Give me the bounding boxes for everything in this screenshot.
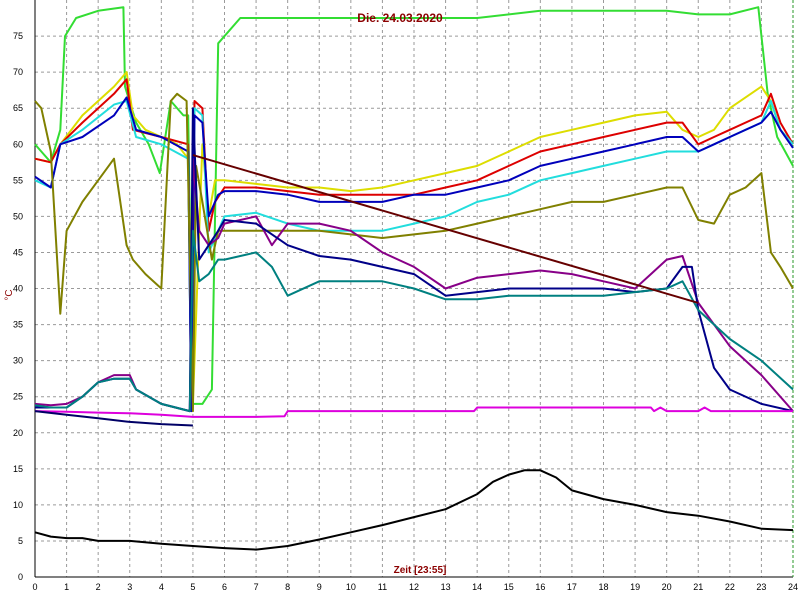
x-tick-label: 21 bbox=[693, 582, 703, 592]
x-tick-label: 23 bbox=[756, 582, 766, 592]
y-tick-label: 60 bbox=[13, 139, 23, 149]
y-tick-label: 50 bbox=[13, 211, 23, 221]
x-tick-label: 13 bbox=[441, 582, 451, 592]
x-tick-label: 10 bbox=[346, 582, 356, 592]
x-tick-labels: 0 1 2 3 4 5 6 7 8 9 10 11 12 13 14 15 16 17 18 19 20 21 22 23 24 bbox=[32, 582, 798, 592]
y-axis-label: °C bbox=[4, 289, 15, 300]
y-tick-label: 10 bbox=[13, 500, 23, 510]
y-tick-label: 45 bbox=[13, 247, 23, 257]
x-tick-label: 4 bbox=[159, 582, 164, 592]
x-tick-label: 6 bbox=[222, 582, 227, 592]
y-tick-label: 70 bbox=[13, 67, 23, 77]
y-tick-label: 5 bbox=[18, 536, 23, 546]
x-tick-label: 5 bbox=[190, 582, 195, 592]
x-tick-label: 12 bbox=[409, 582, 419, 592]
y-tick-label: 25 bbox=[13, 392, 23, 402]
x-tick-label: 3 bbox=[127, 582, 132, 592]
x-tick-label: 19 bbox=[630, 582, 640, 592]
x-tick-label: 14 bbox=[472, 582, 482, 592]
x-tick-label: 15 bbox=[504, 582, 514, 592]
y-tick-label: 55 bbox=[13, 175, 23, 185]
y-tick-label: 35 bbox=[13, 320, 23, 330]
y-tick-label: 0 bbox=[18, 572, 23, 582]
y-tick-label: 65 bbox=[13, 103, 23, 113]
x-tick-label: 18 bbox=[598, 582, 608, 592]
y-tick-label: 15 bbox=[13, 464, 23, 474]
y-tick-label: 30 bbox=[13, 356, 23, 366]
x-tick-label: 17 bbox=[567, 582, 577, 592]
y-tick-labels: 051015202530354045505560657075 bbox=[13, 31, 23, 582]
x-tick-label: 1 bbox=[64, 582, 69, 592]
x-tick-label: 20 bbox=[662, 582, 672, 592]
y-tick-label: 20 bbox=[13, 428, 23, 438]
x-tick-label: 0 bbox=[32, 582, 37, 592]
x-tick-label: 8 bbox=[285, 582, 290, 592]
x-tick-label: 9 bbox=[317, 582, 322, 592]
x-tick-label: 7 bbox=[254, 582, 259, 592]
chart-title: Die. 24.03.2020 bbox=[357, 11, 443, 25]
x-tick-label: 16 bbox=[535, 582, 545, 592]
temperature-chart: 051015202530354045505560657075 012345678… bbox=[4, 0, 798, 592]
y-tick-label: 75 bbox=[13, 31, 23, 41]
x-tick-label: 2 bbox=[96, 582, 101, 592]
x-tick-label: 24 bbox=[788, 582, 798, 592]
x-tick-label: 11 bbox=[378, 582, 387, 592]
x-tick-label: 22 bbox=[725, 582, 735, 592]
x-axis-label: Zeit [23:55] bbox=[394, 565, 447, 576]
